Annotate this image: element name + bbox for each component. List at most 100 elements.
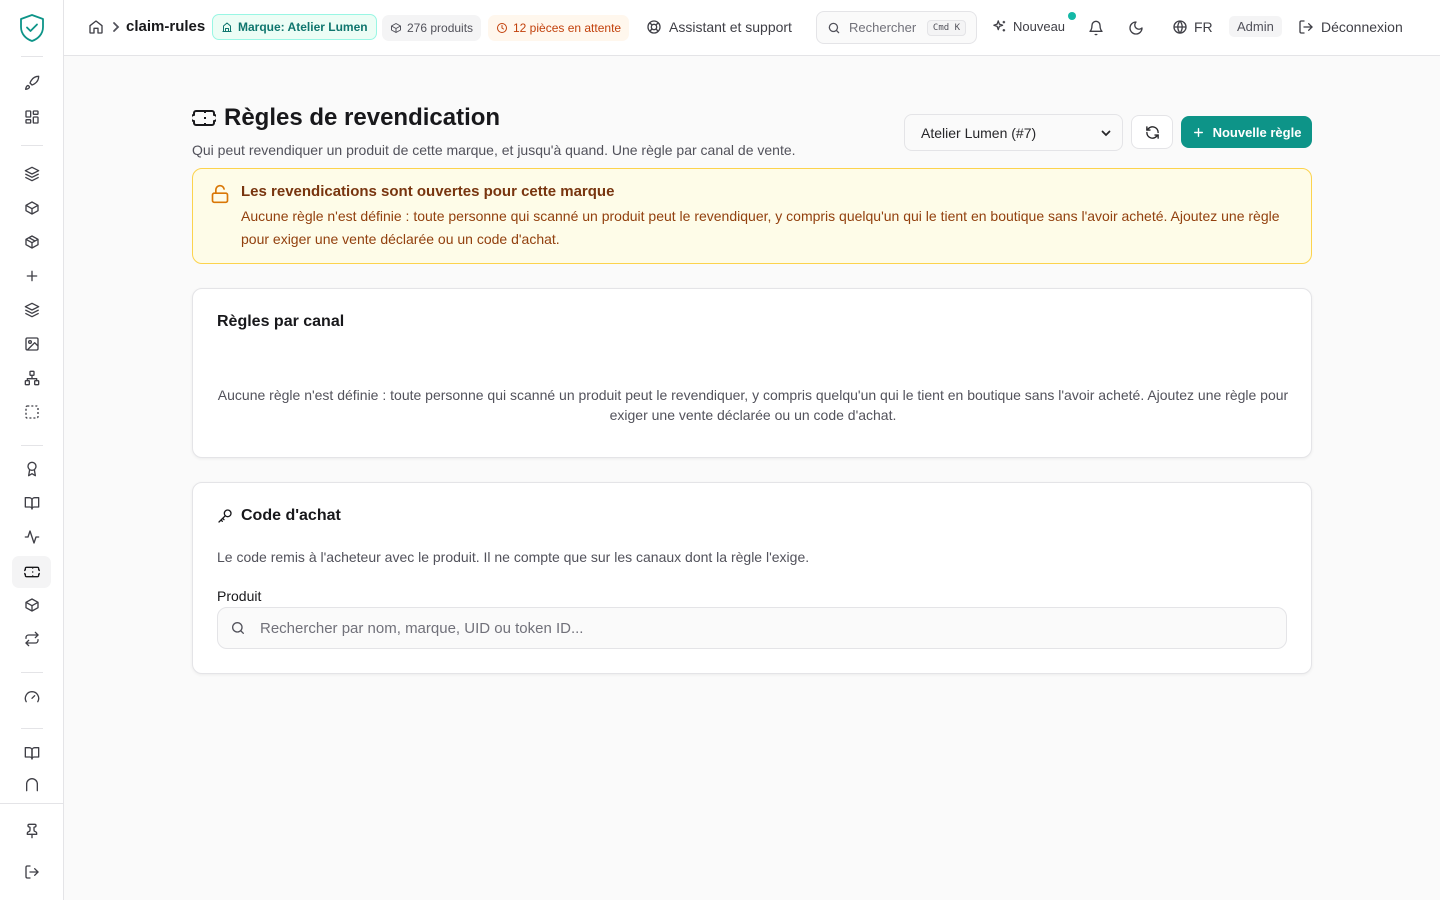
sparkles-icon: [993, 20, 1006, 32]
new-rule-label: Nouvelle règle: [1212, 124, 1302, 140]
purchase-code-card: Code d'achat Le code remis à l'acheteur …: [192, 482, 1312, 674]
products-count-label: 276 produits: [407, 21, 474, 35]
breadcrumb-chevron-icon: [111, 21, 121, 33]
sidebar-item-launch[interactable]: [12, 67, 51, 99]
shield-logo-icon[interactable]: [18, 12, 46, 44]
pending-items-label: 12 pièces en attente: [513, 21, 622, 35]
support-link[interactable]: Assistant et support: [646, 19, 792, 35]
clock-icon: [497, 23, 507, 33]
sidebar-divider: [21, 145, 43, 146]
sidebar: [0, 0, 64, 900]
sidebar-item-verified-items[interactable]: [12, 589, 51, 621]
logout-button[interactable]: Déconnexion: [1298, 19, 1403, 35]
global-search-button[interactable]: Rechercher Cmd K: [816, 11, 977, 44]
sidebar-divider: [21, 56, 43, 57]
sidebar-item-performance[interactable]: [12, 681, 51, 713]
channel-rules-card: Règles par canal Aucune règle n'est défi…: [192, 288, 1312, 458]
sidebar-item-collections[interactable]: [12, 158, 51, 190]
sidebar-item-dashboard[interactable]: [12, 101, 51, 133]
moon-icon: [1129, 21, 1143, 35]
sidebar-item-selection[interactable]: [12, 396, 51, 428]
layers-icon: [24, 166, 39, 182]
sidebar-item-archive[interactable]: [12, 772, 51, 796]
arch-icon: [25, 778, 38, 792]
network-icon: [24, 370, 39, 386]
alert-title: Les revendications sont ouvertes pour ce…: [241, 183, 615, 200]
layers-icon: [24, 302, 39, 318]
sidebar-item-certificates[interactable]: [12, 453, 51, 485]
open-claims-alert: Les revendications sont ouvertes pour ce…: [192, 168, 1312, 264]
new-rule-button[interactable]: Nouvelle règle: [1181, 116, 1312, 148]
channel-rules-empty-state: Aucune règle n'est définie : toute perso…: [217, 387, 1289, 423]
dashed-square-icon: [24, 405, 39, 419]
ticket-icon: [192, 110, 216, 126]
sidebar-divider: [21, 728, 43, 729]
unlock-icon: [210, 184, 230, 204]
brand-select[interactable]: Atelier Lumen (#7): [904, 114, 1123, 151]
plus-icon: [1193, 127, 1203, 137]
breadcrumb-current: claim-rules: [126, 18, 206, 35]
brand-pill[interactable]: Marque: Atelier Lumen: [212, 14, 377, 40]
book-icon: [24, 497, 39, 510]
ticket-icon: [23, 566, 40, 578]
package-icon: [24, 235, 39, 249]
home-button[interactable]: [88, 19, 104, 35]
box-icon: [24, 201, 39, 215]
page-title: Règles de revendication: [192, 104, 500, 132]
sidebar-item-items[interactable]: [12, 226, 51, 258]
page-heading: Règles de revendication: [224, 104, 501, 131]
pin-icon: [26, 823, 37, 839]
search-label: Rechercher: [849, 20, 917, 35]
sidebar-item-docs[interactable]: [12, 487, 51, 519]
image-icon: [24, 337, 39, 351]
refresh-button[interactable]: [1131, 115, 1173, 149]
sidebar-item-activity[interactable]: [12, 521, 51, 553]
products-count-pill[interactable]: 276 produits: [382, 15, 482, 41]
role-badge: Admin: [1229, 16, 1282, 37]
globe-icon: [1173, 20, 1187, 35]
bell-icon: [1089, 20, 1103, 36]
product-search-field[interactable]: [217, 607, 1287, 649]
refresh-icon: [1145, 125, 1159, 139]
sidebar-item-create[interactable]: [12, 260, 51, 292]
product-search-input[interactable]: [260, 619, 1220, 637]
sidebar-item-batches[interactable]: [12, 294, 51, 326]
home-icon: [89, 20, 103, 34]
package-check-icon: [24, 598, 39, 612]
grid-icon: [24, 110, 39, 124]
pin-sidebar-button[interactable]: [12, 815, 51, 847]
key-icon: [218, 509, 232, 523]
search-icon: [232, 622, 244, 634]
theme-toggle-button[interactable]: [1128, 20, 1144, 36]
whats-new-button[interactable]: Nouveau: [992, 19, 1065, 34]
sidebar-footer-divider: [0, 803, 64, 804]
sidebar-item-transfers[interactable]: [12, 623, 51, 655]
language-label: FR: [1194, 19, 1213, 35]
search-icon: [828, 22, 840, 33]
sidebar-item-guide[interactable]: [12, 737, 51, 769]
sidebar-item-products[interactable]: [12, 192, 51, 224]
gauge-icon: [24, 691, 39, 703]
sidebar-divider: [21, 445, 43, 446]
sidebar-divider: [21, 672, 43, 673]
notifications-button[interactable]: [1088, 20, 1104, 36]
pending-items-pill[interactable]: 12 pièces en attente: [488, 15, 630, 41]
whats-new-label: Nouveau: [1013, 19, 1066, 34]
activity-icon: [24, 530, 39, 544]
purchase-code-description: Le code remis à l'acheteur avec le produ…: [217, 549, 810, 565]
rocket-icon: [24, 75, 39, 90]
sidebar-logout-button[interactable]: [12, 856, 51, 888]
box-icon: [391, 23, 401, 33]
award-icon: [26, 461, 37, 477]
sidebar-item-media[interactable]: [12, 328, 51, 360]
top-header: claim-rules Marque: Atelier Lumen 276 pr…: [64, 0, 1440, 56]
alert-body: Aucune règle n'est définie : toute perso…: [241, 208, 1280, 247]
sidebar-item-claim-rules[interactable]: [12, 556, 51, 588]
sidebar-item-hierarchy[interactable]: [12, 362, 51, 394]
logout-label: Déconnexion: [1321, 19, 1403, 35]
lifebuoy-icon: [647, 20, 661, 34]
logout-icon: [1299, 20, 1313, 34]
brand-pill-label: Marque: Atelier Lumen: [238, 20, 368, 34]
search-shortcut: Cmd K: [926, 19, 966, 36]
language-selector[interactable]: FR: [1172, 19, 1213, 35]
